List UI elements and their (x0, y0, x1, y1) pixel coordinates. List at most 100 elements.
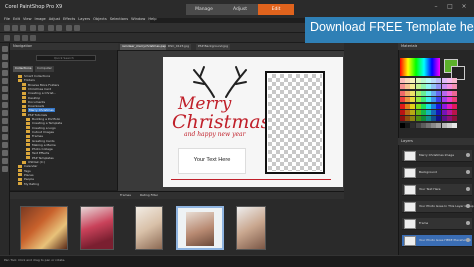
layer-name: Background (419, 170, 437, 174)
color-swatches[interactable] (400, 78, 458, 130)
open-icon[interactable] (12, 25, 18, 31)
maximize-icon[interactable]: □ (444, 2, 456, 12)
menu-layers[interactable]: Layers (78, 17, 90, 22)
option-icon[interactable] (30, 35, 36, 41)
doc-tab[interactable]: reindeer_merrychristmas.psp (120, 44, 169, 50)
promo-banner-text: Download FREE Template here! (310, 20, 474, 34)
thumbnail-stockings[interactable] (80, 206, 114, 250)
status-text: Pan Tool: Click and drag to pan or rotat… (4, 258, 66, 262)
menu-edit[interactable]: Edit (13, 17, 20, 22)
card-subtitle: and happy new year (184, 131, 246, 138)
dodge-tool-icon[interactable] (2, 118, 8, 124)
tab-collections[interactable]: Collections (13, 66, 34, 72)
tree-item[interactable]: My Rating (18, 182, 39, 187)
visibility-eye-icon[interactable] (466, 153, 470, 157)
minimize-icon[interactable]: – (430, 2, 442, 12)
organizer-label: Frames (120, 193, 131, 197)
pan-tool-icon[interactable] (2, 46, 8, 52)
workspace-tab-adjust[interactable]: Adjust (222, 4, 258, 15)
folder-icon (22, 96, 26, 99)
thumbnail-mother-child[interactable] (135, 206, 163, 250)
layer-row[interactable]: Background (402, 167, 472, 179)
straighten-tool-icon[interactable] (2, 86, 8, 92)
crop-tool-icon[interactable] (2, 78, 8, 84)
option-icon[interactable] (14, 35, 20, 41)
visibility-eye-icon[interactable] (466, 221, 470, 225)
resize-icon[interactable] (56, 25, 62, 31)
new-file-icon[interactable] (4, 25, 10, 31)
folder-icon (18, 182, 22, 185)
color-swatch[interactable] (452, 84, 457, 90)
visibility-eye-icon[interactable] (466, 187, 470, 191)
menu-objects[interactable]: Objects (93, 17, 107, 22)
visibility-eye-icon[interactable] (466, 170, 470, 174)
red-eye-tool-icon[interactable] (2, 94, 8, 100)
layer-row[interactable]: Your Photo Goes In This Layer Group (402, 201, 474, 213)
paint-brush-icon[interactable] (2, 126, 8, 132)
color-swatch[interactable] (452, 116, 457, 122)
dropper-tool-icon[interactable] (2, 70, 8, 76)
color-swatch[interactable] (452, 78, 457, 83)
shape-tool-icon[interactable] (2, 158, 8, 164)
tab-computer[interactable]: Computer (35, 66, 54, 72)
menu-window[interactable]: Window (131, 17, 145, 22)
zoom-icon[interactable] (66, 25, 72, 31)
workspace-tab-edit[interactable]: Edit (258, 4, 294, 15)
folder-icon (26, 151, 30, 155)
text-tool-icon[interactable] (2, 150, 8, 156)
pick-tool-icon[interactable] (2, 54, 8, 60)
undo-icon[interactable] (30, 25, 36, 31)
color-swatch[interactable] (452, 103, 457, 109)
layer-row[interactable]: Your Photo Goes HERE Placeholder (402, 235, 472, 247)
clone-tool-icon[interactable] (2, 110, 8, 116)
folder-icon (26, 139, 30, 142)
menu-view[interactable]: View (23, 17, 32, 22)
navigation-title: Navigation (13, 44, 33, 48)
fill-tool-icon[interactable] (2, 142, 8, 148)
card-text-box[interactable]: Your Text Here (178, 148, 246, 174)
thumbnail-teddy-bears[interactable] (20, 206, 68, 250)
layer-thumbnail (404, 168, 416, 178)
layer-row[interactable]: Your Text Here (402, 184, 472, 196)
layer-name: Frame (419, 221, 429, 225)
color-swatch[interactable] (452, 122, 457, 128)
pan-tool-icon[interactable] (4, 35, 10, 41)
save-icon[interactable] (20, 25, 26, 31)
folder-icon (22, 160, 26, 164)
menu-adjust[interactable]: Adjust (49, 17, 60, 22)
layer-row[interactable]: Frame (402, 218, 472, 230)
makeover-tool-icon[interactable] (2, 102, 8, 108)
crop-icon[interactable] (48, 25, 54, 31)
option-icon[interactable] (22, 35, 28, 41)
menu-help[interactable]: Help (148, 17, 156, 22)
selection-tool-icon[interactable] (2, 62, 8, 68)
palettes-icon[interactable] (74, 25, 80, 31)
pen-tool-icon[interactable] (2, 166, 8, 172)
color-swatch[interactable] (452, 97, 457, 103)
doc-tab[interactable]: PSP Background.jpg (196, 44, 230, 50)
menu-effects[interactable]: Effects (63, 17, 75, 22)
thumbnail-family[interactable] (236, 206, 266, 250)
menu-selections[interactable]: Selections (110, 17, 128, 22)
redo-icon[interactable] (38, 25, 44, 31)
menu-file[interactable]: File (4, 17, 10, 22)
visibility-eye-icon[interactable] (466, 204, 470, 208)
color-swatch[interactable] (452, 90, 457, 96)
layer-thumbnail (404, 219, 416, 229)
eraser-tool-icon[interactable] (2, 134, 8, 140)
folder-icon (26, 121, 30, 125)
folder-icon (22, 91, 26, 95)
layer-thumbnail (404, 202, 416, 212)
layer-row[interactable]: Merry Christmas Image (402, 150, 472, 162)
menu-image[interactable]: Image (35, 17, 46, 22)
color-swatch[interactable] (452, 110, 457, 115)
transparent-placeholder[interactable] (268, 74, 322, 171)
rating-filter[interactable]: Rating Filter (140, 193, 158, 197)
visibility-eye-icon[interactable] (466, 238, 470, 242)
close-icon[interactable]: × (458, 2, 470, 12)
folder-icon (18, 74, 22, 78)
color-spectrum[interactable] (400, 58, 440, 76)
folder-tree: Smart Collections Folders Browse More Fold… (14, 74, 114, 188)
doc-tab[interactable]: DSC_0123.jpg (166, 44, 192, 50)
workspace-tab-manage[interactable]: Manage (186, 4, 222, 15)
